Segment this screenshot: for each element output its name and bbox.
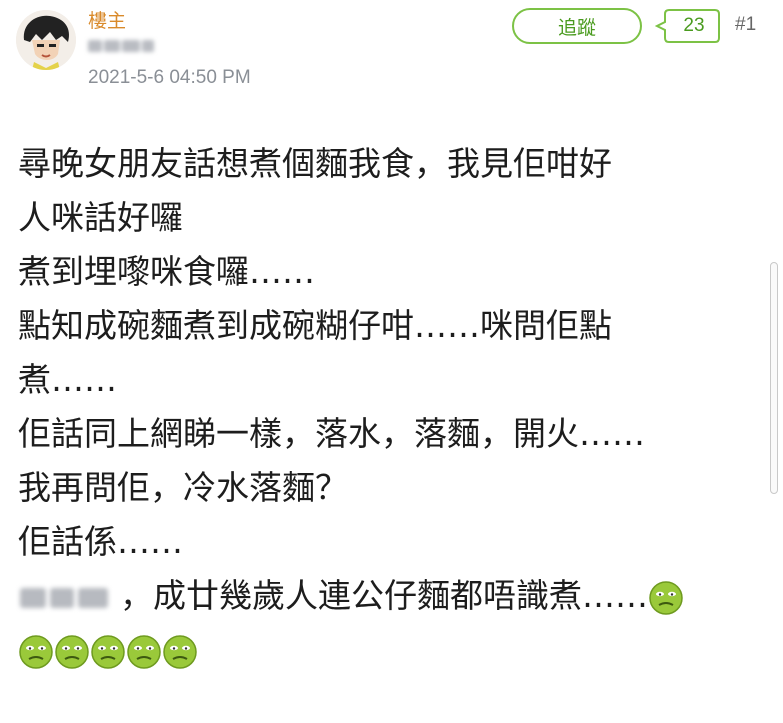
post-line-last: ，成廿幾歲人連公仔麵都唔識煮…… — [18, 569, 758, 623]
username-redacted[interactable] — [88, 38, 154, 54]
nauseated-face-emoji-icon — [648, 580, 684, 616]
nauseated-face-emoji-icon — [90, 634, 126, 670]
post-line: 尋晚女朋友話想煮個麵我食，我見佢咁好 — [18, 144, 612, 183]
post-timestamp: 2021-5-6 04:50 PM — [88, 67, 251, 88]
follow-button[interactable]: 追蹤 — [512, 8, 642, 44]
post-line: 佢話係…… — [18, 522, 183, 561]
post-line: 佢話同上網睇一樣，落水，落麵，開火…… — [18, 414, 645, 453]
op-label: 樓主 — [88, 10, 127, 32]
post-line: 人咪話好囉 — [18, 198, 183, 237]
nauseated-face-emoji-icon — [126, 634, 162, 670]
post-line: 點知成碗麵煮到成碗糊仔咁……咪問佢點 — [18, 306, 612, 345]
scrollbar[interactable] — [770, 262, 778, 494]
like-count: 23 — [683, 15, 705, 36]
post-line-text: ，成廿幾歲人連公仔麵都唔識煮…… — [120, 576, 648, 615]
floor-number: #1 — [735, 14, 757, 35]
emoji-row — [18, 623, 758, 677]
like-button[interactable]: 23 — [655, 8, 721, 44]
nauseated-face-emoji-icon — [162, 634, 198, 670]
post-line: 我再問佢，冷水落麵？ — [18, 468, 348, 507]
post-line: 煮到埋嚟咪食囉…… — [18, 252, 315, 291]
post-body: 尋晚女朋友話想煮個麵我食，我見佢咁好 人咪話好囉 煮到埋嚟咪食囉…… 點知成碗麵… — [18, 137, 758, 677]
nauseated-face-emoji-icon — [18, 634, 54, 670]
avatar[interactable] — [16, 10, 76, 70]
post-line: 煮…… — [18, 360, 117, 399]
redacted-word — [18, 583, 118, 613]
nauseated-face-emoji-icon — [54, 634, 90, 670]
